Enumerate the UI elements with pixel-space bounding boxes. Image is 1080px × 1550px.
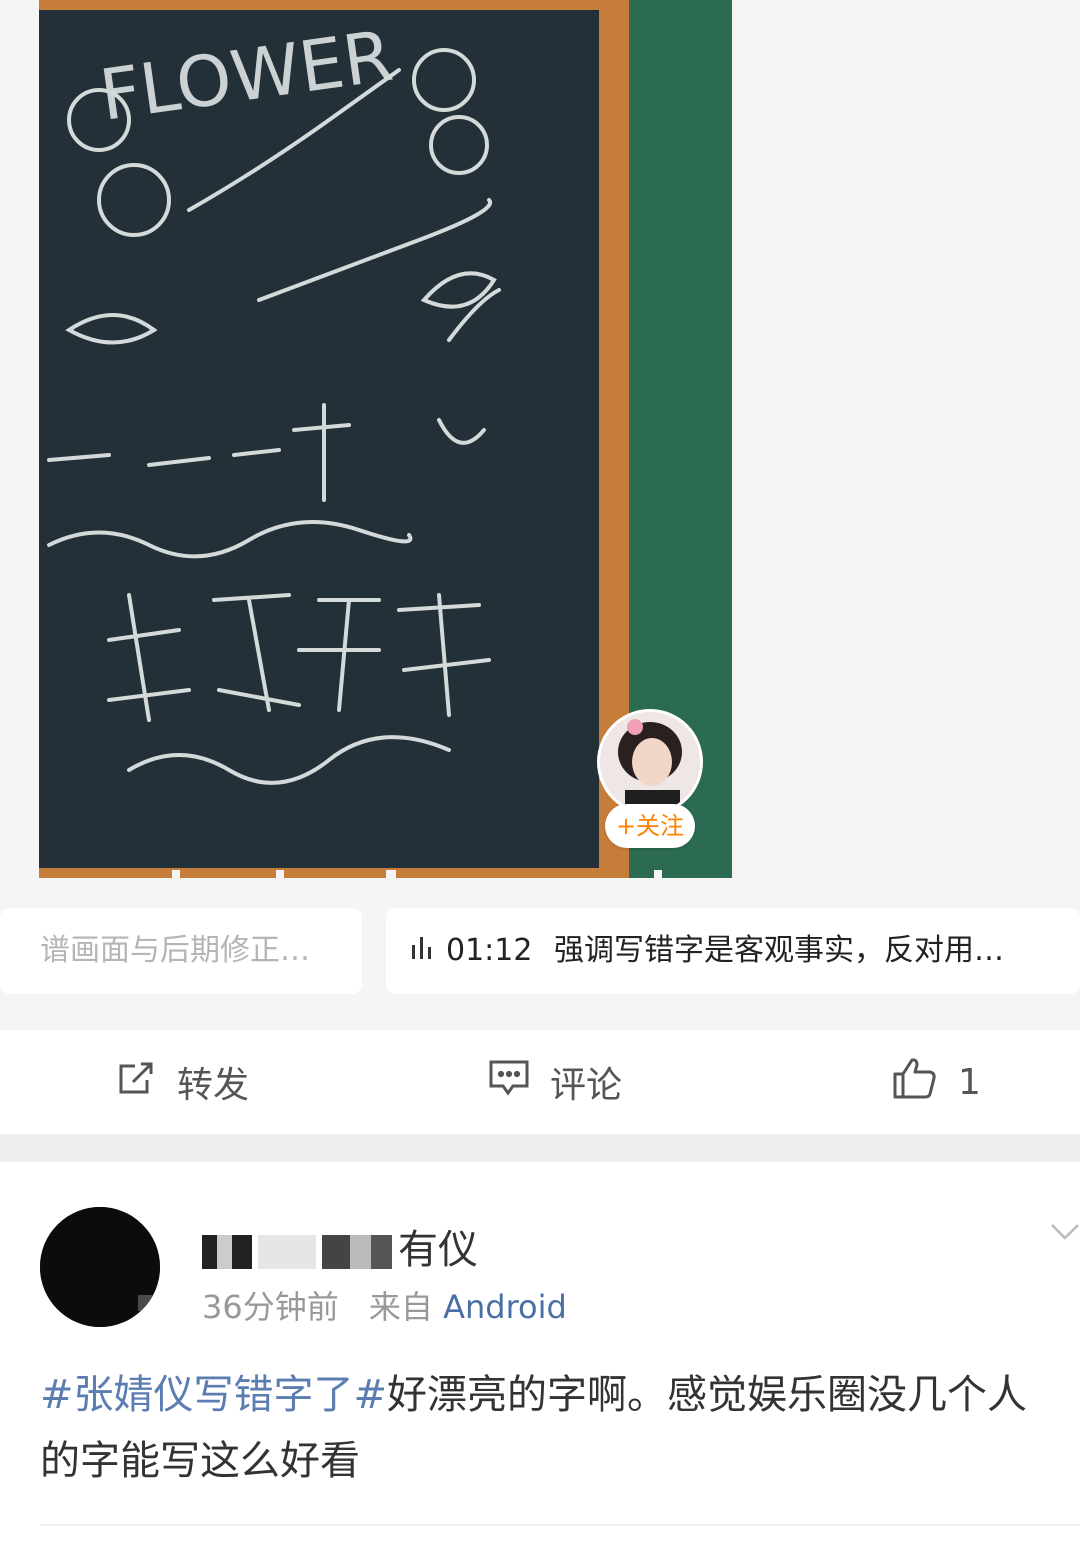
redacted-name-block — [202, 1235, 252, 1269]
comment-button[interactable]: 评论 — [488, 1030, 622, 1134]
video-section: FLOWER +关注 谱画面与后期修正… 01:12 强调写错字是客观事实，反对… — [0, 0, 1080, 1030]
hashtag-link[interactable]: #张婧仪写错字了# — [40, 1372, 387, 1418]
thumbs-up-icon — [892, 1056, 938, 1109]
post-action-bar: 转发 评论 1 — [0, 1030, 1080, 1134]
topic-chip-left-text: 谱画面与后期修正… — [40, 933, 310, 968]
redacted-name-block — [322, 1235, 392, 1269]
redacted-name-block — [258, 1235, 316, 1269]
topic-chip-time: 01:12 — [446, 933, 533, 968]
comment-icon — [488, 1058, 530, 1107]
like-count: 1 — [958, 1061, 981, 1103]
section-divider — [0, 1134, 1080, 1162]
topic-chip-right-text: 强调写错字是客观事实，反对用… — [554, 933, 1005, 968]
audio-bars-icon — [410, 909, 436, 995]
commenter-avatar[interactable] — [40, 1207, 160, 1327]
commenter-name-visible: 有仪 — [398, 1227, 478, 1273]
progress-segment-gap — [276, 870, 284, 878]
repost-button[interactable]: 转发 — [117, 1030, 249, 1134]
progress-segment-gap — [172, 870, 180, 878]
comment-item: 有仪 36分钟前 来自 Android #张婧仪写错字了#好漂亮的字啊。感觉娱乐… — [0, 1162, 1080, 1550]
follow-button[interactable]: +关注 — [605, 804, 695, 848]
comment-meta: 36分钟前 来自 Android — [202, 1282, 567, 1328]
comment-divider — [40, 1524, 1080, 1526]
progress-segment-gap — [386, 870, 396, 878]
comment-body: #张婧仪写错字了#好漂亮的字啊。感觉娱乐圈没几个人的字能写这么好看 — [40, 1362, 1060, 1494]
topic-chip-left[interactable]: 谱画面与后期修正… — [0, 908, 362, 994]
chevron-down-icon[interactable] — [1050, 1222, 1080, 1246]
uploader-portrait-image — [600, 712, 700, 812]
commenter-name[interactable]: 有仪 — [202, 1217, 478, 1275]
comment-source[interactable]: Android — [443, 1288, 567, 1326]
comment-label: 评论 — [550, 1065, 623, 1106]
repost-label: 转发 — [177, 1065, 250, 1106]
uploader-avatar[interactable] — [600, 712, 700, 812]
progress-segment-gap — [654, 870, 662, 878]
topic-chip-right[interactable]: 01:12 强调写错字是客观事实，反对用… — [386, 908, 1080, 994]
like-button[interactable]: 1 — [892, 1030, 981, 1134]
comment-time: 36分钟前 — [202, 1288, 339, 1326]
share-icon — [117, 1058, 157, 1107]
comment-source-prefix: 来自 — [368, 1288, 433, 1326]
